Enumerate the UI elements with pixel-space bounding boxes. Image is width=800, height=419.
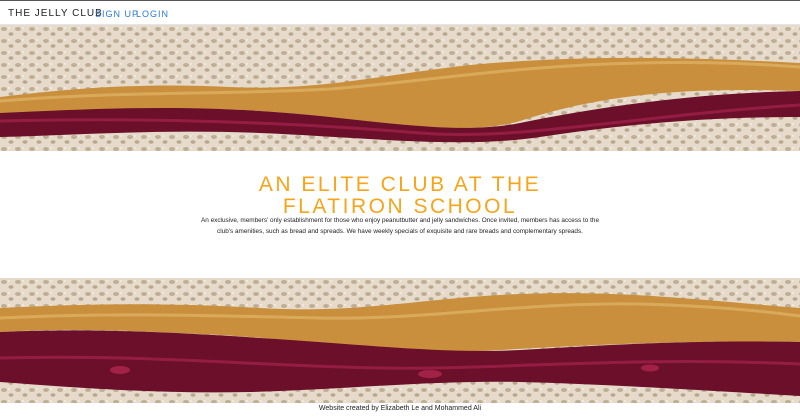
sandwich-banner-bottom <box>0 278 800 403</box>
hero-headline: AN ELITE CLUB AT THE FLATIRON SCHOOL <box>258 173 542 218</box>
hero-description: An exclusive, members' only establishmen… <box>201 217 599 235</box>
footer-credit: Website created by Elizabeth Le and Moha… <box>318 405 482 412</box>
sandwich-banner-top <box>0 25 800 151</box>
pbj-sandwich-image <box>0 278 800 403</box>
brand-logo-text[interactable]: THE JELLY CLUB <box>8 8 103 19</box>
hero-section: AN ELITE CLUB AT THE FLATIRON SCHOOL An … <box>0 151 800 278</box>
login-link[interactable]: LOGIN <box>136 9 169 19</box>
top-nav: THE JELLY CLUB SIGN UP LOGIN <box>0 0 800 25</box>
pbj-sandwich-image <box>0 25 800 151</box>
signup-link[interactable]: SIGN UP <box>95 9 139 19</box>
